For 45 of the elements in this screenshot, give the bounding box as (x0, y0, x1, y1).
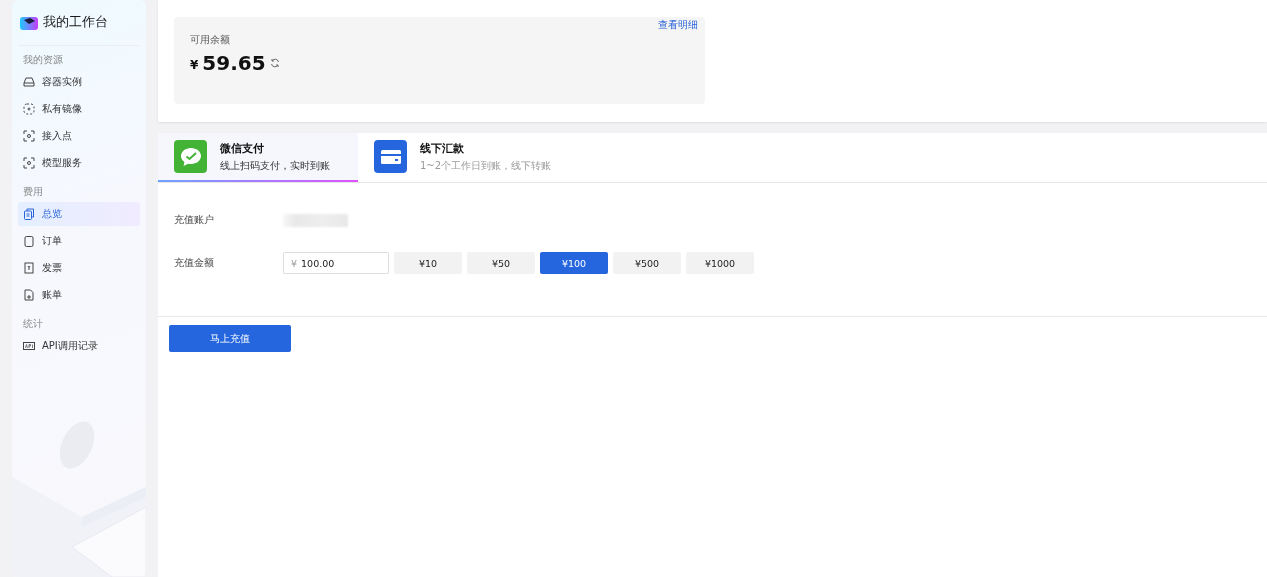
payment-tab[interactable]: 微信支付 线上扫码支付，实时到账 (158, 133, 358, 182)
amount-option[interactable]: ¥500 (613, 252, 681, 274)
api-icon (23, 340, 35, 352)
logo-icon (20, 15, 38, 30)
sidebar-item[interactable]: 订单 (18, 229, 140, 253)
section-heading: 统计 (23, 317, 44, 331)
sidebar-item[interactable]: API调用记录 (18, 334, 140, 358)
tab-subtitle: 1~2个工作日到账，线下转账 (420, 158, 552, 173)
field-label: 充值账户 (174, 213, 215, 227)
copy-icon (23, 208, 35, 220)
workspace-title: 我的工作台 (43, 14, 108, 31)
sidebar-item[interactable]: 接入点 (18, 124, 140, 148)
refresh-icon[interactable] (269, 58, 280, 68)
field-label: 充值金额 (174, 256, 215, 270)
balance-label: 可用余额 (190, 34, 231, 47)
tab-title: 线下汇款 (420, 140, 465, 156)
tab-title: 微信支付 (220, 140, 265, 156)
dashed-square-icon (23, 103, 35, 115)
amount-field[interactable]: ¥ 100.00 (283, 252, 389, 274)
tab-subtitle: 线上扫码支付，实时到账 (220, 158, 330, 173)
file-icon (23, 289, 35, 301)
scan-icon (23, 130, 35, 142)
drive-icon (23, 76, 35, 88)
credit-card-icon (374, 140, 407, 173)
section-heading: 费用 (23, 185, 44, 199)
amount-option[interactable]: ¥50 (467, 252, 535, 274)
sidebar-item[interactable]: 容器实例 (18, 70, 140, 94)
sidebar-item[interactable]: 发票 (18, 256, 140, 280)
clipboard-icon (23, 235, 35, 247)
sidebar-item[interactable]: 私有镜像 (18, 97, 140, 121)
recharge-button[interactable]: 马上充值 (169, 325, 291, 352)
amount-option[interactable]: ¥100 (540, 252, 608, 274)
scan-icon (23, 157, 35, 169)
amount-option[interactable]: ¥1000 (686, 252, 754, 274)
chat-bubble-icon (174, 140, 207, 173)
sidebar-item[interactable]: 总览 (18, 202, 140, 226)
view-details-link[interactable]: 查看明细 (658, 19, 698, 32)
invoice-icon (23, 262, 35, 274)
amount-option[interactable]: ¥10 (394, 252, 462, 274)
sidebar-item[interactable]: 账单 (18, 283, 140, 307)
sidebar-item[interactable]: 模型服务 (18, 151, 140, 175)
currency-prefix: ¥ (291, 257, 298, 269)
balance-amount: 59.65 (202, 51, 266, 75)
section-heading: 我的资源 (23, 53, 64, 67)
currency-sign: ¥ (190, 58, 199, 72)
